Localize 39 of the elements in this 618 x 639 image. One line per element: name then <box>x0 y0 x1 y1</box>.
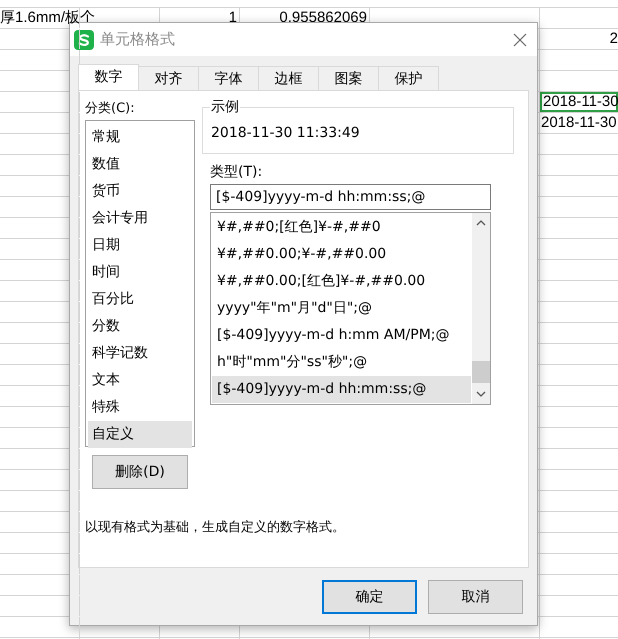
cancel-button[interactable]: 取消 <box>428 580 523 614</box>
category-item[interactable]: 常规 <box>88 124 192 151</box>
scrollbar[interactable] <box>472 213 490 404</box>
category-item[interactable]: 时间 <box>88 259 192 286</box>
category-item[interactable]: 科学记数 <box>88 340 192 367</box>
tab[interactable]: 数字 <box>78 64 139 90</box>
type-label: 类型(T): <box>210 163 264 181</box>
scroll-thumb[interactable] <box>472 361 490 383</box>
category-label: 分类(C): <box>85 100 136 117</box>
close-icon[interactable] <box>513 32 527 46</box>
category-item[interactable]: 数值 <box>88 151 192 178</box>
ok-button[interactable]: 确定 <box>322 580 417 614</box>
sample-value: 2018-11-30 11:33:49 <box>211 124 360 140</box>
format-item[interactable]: ¥#,##0.00;¥-#,##0.00 <box>212 241 471 268</box>
delete-button[interactable]: 删除(D) <box>92 455 188 489</box>
category-item[interactable]: 分数 <box>88 313 192 340</box>
category-item[interactable]: 文本 <box>88 367 192 394</box>
sample-label: 示例 <box>210 98 240 116</box>
sheet-cell: 2018-11-30 <box>540 113 618 133</box>
dialog-title: 单元格格式 <box>100 30 176 49</box>
description-text: 以现有格式为基础，生成自定义的数字格式。 <box>85 519 346 536</box>
scroll-down-icon[interactable] <box>476 391 486 397</box>
format-item[interactable]: ¥#,##0.00;[红色]¥-#,##0.00 <box>212 268 471 295</box>
format-item[interactable]: ¥#,##0;[红色]¥-#,##0 <box>212 214 471 241</box>
format-item[interactable]: h"时"mm"分"ss"秒";@ <box>212 349 471 376</box>
format-item[interactable]: [$-409]yyyy-m-d h:mm AM/PM;@ <box>212 322 471 349</box>
sheet-cell-text: 2 <box>608 29 618 49</box>
category-item[interactable]: 自定义 <box>88 421 192 448</box>
app-logo-icon <box>74 30 94 50</box>
category-item[interactable]: 百分比 <box>88 286 192 313</box>
category-item[interactable]: 特殊 <box>88 394 192 421</box>
category-item[interactable]: 货币 <box>88 178 192 205</box>
format-item[interactable]: yyyy"年"m"月"d"日";@ <box>212 295 471 322</box>
category-item[interactable]: 日期 <box>88 232 192 259</box>
category-item[interactable]: 会计专用 <box>88 205 192 232</box>
type-input-field[interactable]: [$-409]yyyy-m-d hh:mm:ss;@ <box>210 184 491 210</box>
format-item[interactable]: [$-409]yyyy-m-d hh:mm:ss;@ <box>212 376 471 403</box>
scroll-up-icon[interactable] <box>476 220 486 226</box>
tab[interactable]: 保护 <box>378 66 439 90</box>
